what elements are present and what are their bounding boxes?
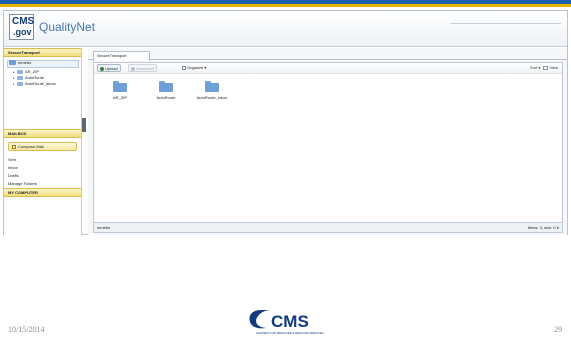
upload-label: Upload bbox=[105, 66, 118, 71]
download-icon bbox=[131, 67, 135, 71]
compose-label: Compose Mail bbox=[18, 144, 44, 149]
file-label: AR_ZIP bbox=[112, 95, 127, 100]
file-list: AR_ZIP AutoRoute AutoRoute_inbox bbox=[94, 77, 562, 137]
cms-logo-text: CMS bbox=[271, 312, 309, 331]
upload-button[interactable]: Upload bbox=[97, 64, 121, 72]
compose-icon bbox=[12, 145, 16, 149]
view-icon bbox=[543, 66, 549, 70]
toolbar-right: Sort ▾ View bbox=[530, 64, 558, 72]
toolbar: Upload Download Organize ▾ Sort ▾ View bbox=[94, 63, 562, 74]
tree-label: AR_ZIP bbox=[25, 69, 40, 74]
sidebar-item-manage-folders[interactable]: Manage Folders bbox=[4, 180, 81, 188]
section-mailbox[interactable]: MAILBOX bbox=[4, 129, 81, 138]
upload-icon bbox=[100, 67, 104, 71]
organize-icon bbox=[182, 66, 186, 70]
folder-icon bbox=[17, 82, 23, 86]
download-button[interactable]: Download bbox=[128, 64, 157, 72]
folder-tree: mmebs ▸ AR_ZIP ▸ AutoRoute ▸ AutoRoute_inbo… bbox=[4, 57, 81, 129]
items-summary: Items: 3, size: 0 b bbox=[527, 225, 559, 230]
brand-name: QualityNet bbox=[39, 20, 96, 34]
tree-item-autoroute-inbox[interactable]: ▸ AutoRoute_inbox bbox=[13, 81, 56, 87]
file-item-autoroute[interactable]: AutoRoute bbox=[146, 81, 186, 101]
logo-cms-text: CMS bbox=[12, 16, 35, 27]
app-header: CMS .gov QualityNet bbox=[4, 11, 567, 47]
tree-label: mmebs bbox=[18, 60, 32, 65]
folder-icon bbox=[17, 70, 23, 74]
cms-logo: CMS CENTERS FOR MEDICARE & MEDICAID SERV… bbox=[249, 310, 324, 335]
file-browser-pane: Upload Download Organize ▾ Sort ▾ View AR… bbox=[93, 62, 563, 233]
section-my-computer[interactable]: MY COMPUTER bbox=[4, 188, 81, 197]
file-item-ar-zip[interactable]: AR_ZIP bbox=[100, 81, 140, 101]
tree-label: AutoRoute_inbox bbox=[25, 81, 56, 86]
cms-gov-logo[interactable]: CMS .gov bbox=[9, 14, 34, 40]
sidebar-item-sent[interactable]: Sent bbox=[4, 156, 81, 164]
slide-date: 10/15/2014 bbox=[8, 325, 45, 334]
tree-label: AutoRoute bbox=[25, 75, 44, 80]
securetransport-window: CMS .gov QualityNet SecureTransport mmeb… bbox=[3, 10, 568, 235]
compose-mail-button[interactable]: Compose Mail bbox=[8, 142, 77, 151]
folder-icon bbox=[9, 60, 16, 65]
file-item-autoroute-inbox[interactable]: AutoRoute_inbox bbox=[192, 81, 232, 101]
folder-icon bbox=[113, 81, 127, 92]
logo-gov-text: .gov bbox=[13, 27, 32, 37]
organize-label: Organize ▾ bbox=[187, 65, 207, 70]
sidebar: SecureTransport mmebs ▸ AR_ZIP ▸ AutoRoute… bbox=[4, 48, 82, 235]
slide-page-number: 29 bbox=[554, 325, 562, 334]
sidebar-item-inbox[interactable]: Inbox bbox=[4, 164, 81, 172]
status-bar: mmebs Items: 3, size: 0 b bbox=[94, 222, 562, 232]
download-label: Download bbox=[136, 66, 154, 71]
organize-menu[interactable]: Organize ▾ bbox=[182, 64, 206, 72]
tab-securetransport[interactable]: SecureTransport bbox=[93, 51, 150, 61]
view-button[interactable]: View bbox=[549, 65, 558, 70]
tab-bar: SecureTransport bbox=[88, 48, 567, 61]
folder-icon bbox=[17, 76, 23, 80]
current-folder: mmebs bbox=[97, 225, 111, 230]
tree-item-root[interactable]: mmebs bbox=[9, 60, 31, 66]
main-panel: SecureTransport Upload Download Organize… bbox=[88, 48, 567, 235]
cms-logo-subtext: CENTERS FOR MEDICARE & MEDICAID SERVICES bbox=[256, 331, 324, 335]
folder-icon bbox=[159, 81, 173, 92]
sort-menu[interactable]: Sort ▾ bbox=[530, 65, 540, 70]
file-label: AutoRoute bbox=[156, 95, 176, 100]
sidebar-item-drafts[interactable]: Drafts bbox=[4, 172, 81, 180]
folder-icon bbox=[205, 81, 219, 92]
file-label: AutoRoute_inbox bbox=[196, 95, 228, 100]
slide-top-band bbox=[0, 0, 571, 7]
section-securetransport[interactable]: SecureTransport bbox=[4, 48, 81, 57]
sidebar-splitter-handle[interactable] bbox=[82, 118, 86, 132]
header-divider bbox=[451, 23, 561, 30]
